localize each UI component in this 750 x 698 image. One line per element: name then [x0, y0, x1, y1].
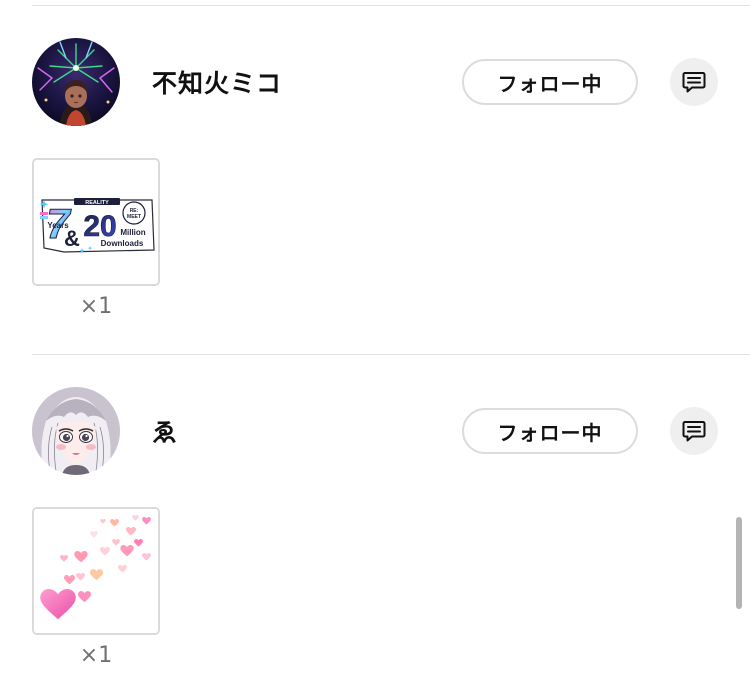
follow-list-page: 不知火ミコ フォロー中 REALITY RE: MEET 7 Years & 2…: [0, 0, 750, 698]
gift-count: ×1: [79, 294, 113, 319]
message-icon: [682, 72, 706, 93]
message-button[interactable]: [670, 407, 718, 455]
svg-text:&: &: [64, 226, 80, 251]
username[interactable]: 不知火ミコ: [152, 64, 282, 100]
follow-list-item: ゑ フォロー中 ×1: [0, 387, 750, 698]
divider: [32, 5, 750, 6]
gift-count: ×1: [79, 643, 113, 668]
svg-text:Million: Million: [120, 228, 145, 237]
message-icon: [682, 421, 706, 442]
avatar[interactable]: [32, 38, 120, 126]
svg-text:MEET: MEET: [127, 214, 141, 220]
following-button[interactable]: フォロー中: [462, 59, 638, 105]
follow-list-item: 不知火ミコ フォロー中 REALITY RE: MEET 7 Years & 2…: [0, 38, 750, 368]
svg-text:Downloads: Downloads: [101, 239, 144, 248]
avatar[interactable]: [32, 387, 120, 475]
message-button[interactable]: [670, 58, 718, 106]
gift-item[interactable]: [32, 507, 160, 635]
gift-item[interactable]: REALITY RE: MEET 7 Years & 20 Million Do…: [32, 158, 160, 286]
anniversary-badge-image: REALITY RE: MEET 7 Years & 20 Million Do…: [34, 160, 158, 284]
username[interactable]: ゑ: [152, 413, 178, 449]
divider: [32, 354, 750, 355]
svg-text:REALITY: REALITY: [85, 200, 109, 206]
following-button[interactable]: フォロー中: [462, 408, 638, 454]
scrollbar-thumb[interactable]: [736, 517, 742, 609]
hearts-image: [34, 509, 158, 633]
